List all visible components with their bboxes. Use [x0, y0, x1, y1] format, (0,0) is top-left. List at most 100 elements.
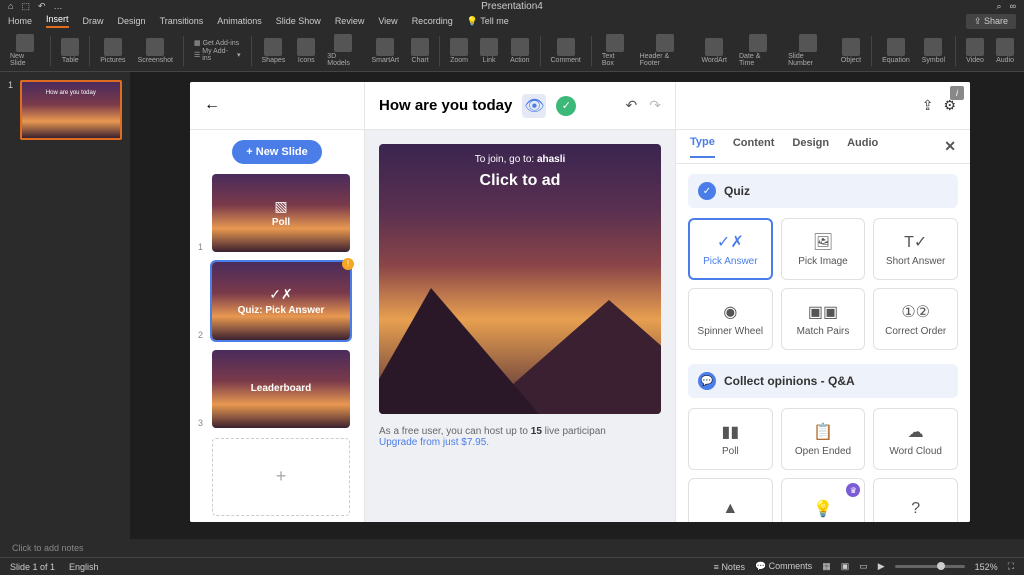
menu-animations[interactable]: Animations — [217, 16, 262, 26]
view-normal-icon[interactable]: ▦ — [822, 561, 831, 572]
redo-icon[interactable]: ↷ — [649, 97, 661, 114]
notes-pane[interactable]: Click to add notes — [0, 539, 1024, 557]
mini-slide[interactable]: Leaderboard — [212, 350, 350, 428]
slide-type-card[interactable]: ①②Correct Order — [873, 288, 958, 350]
ribbon-video[interactable]: Video — [962, 38, 988, 64]
ribbon-zoom[interactable]: Zoom — [446, 38, 472, 64]
slide-type-card[interactable]: ☁Word Cloud — [873, 408, 958, 470]
tab-audio[interactable]: Audio — [847, 137, 878, 157]
ribbon-header[interactable]: Header & Footer — [636, 34, 694, 67]
document-title: Presentation4 — [481, 1, 543, 12]
ribbon-object[interactable]: Object — [837, 38, 865, 64]
menu-home[interactable]: Home — [8, 16, 32, 26]
more-icon[interactable]: … — [54, 1, 63, 11]
export-icon[interactable]: ⇪ — [922, 97, 934, 114]
mini-slide[interactable]: ▧Poll — [212, 174, 350, 252]
menu-transitions[interactable]: Transitions — [160, 16, 204, 26]
tab-design[interactable]: Design — [792, 137, 829, 157]
slide-type-card[interactable]: ▲ — [688, 478, 773, 522]
slide-type-card[interactable]: 📋Open Ended — [781, 408, 866, 470]
mini-slide[interactable]: ✓✗Quiz: Pick Answer! — [212, 262, 350, 340]
ribbon-chart[interactable]: Chart — [407, 38, 433, 64]
ribbon-wordart[interactable]: WordArt — [697, 38, 731, 64]
slide-thumbnail-pane: 1 How are you today — [0, 72, 130, 539]
menu-insert[interactable]: Insert — [46, 14, 69, 28]
ribbon-equation[interactable]: Equation — [878, 38, 914, 64]
ribbon-pictures[interactable]: Pictures — [96, 38, 129, 64]
ribbon-smartart[interactable]: SmartArt — [367, 38, 403, 64]
property-tabs: Type Content Design Audio ✕ — [676, 130, 970, 164]
slide-preview[interactable]: To join, go to: ahasli Click to ad — [379, 144, 661, 414]
menu-view[interactable]: View — [378, 16, 397, 26]
menu-review[interactable]: Review — [335, 16, 365, 26]
fit-icon[interactable]: ⛶ — [1008, 561, 1014, 572]
ribbon-table[interactable]: Table — [57, 38, 83, 64]
ribbon-screenshot[interactable]: Screenshot — [134, 38, 177, 64]
menu-design[interactable]: Design — [118, 16, 146, 26]
upgrade-message: As a free user, you can host up to 15 li… — [365, 414, 675, 460]
section-quiz: ✓ Quiz — [688, 174, 958, 208]
addin-slide-list: ← + New Slide 1▧Poll2✓✗Quiz: Pick Answer… — [190, 82, 365, 522]
addin-preview-pane: How are you today 👁 ✓ ↶ ↷ To join, go to… — [365, 82, 675, 522]
status-comments[interactable]: 💬 Comments — [755, 561, 812, 572]
ribbon-audio[interactable]: Audio — [992, 38, 1018, 64]
status-notes[interactable]: ≡ Notes — [714, 562, 745, 572]
zoom-level[interactable]: 152% — [975, 562, 998, 572]
slide-type-card[interactable]: 💡♛ — [781, 478, 866, 522]
new-slide-button[interactable]: + New Slide — [232, 140, 321, 164]
ribbon-slidenum[interactable]: Slide Number — [784, 34, 833, 67]
join-text: To join, go to: ahasli — [475, 154, 566, 165]
ribbon-3dmodels[interactable]: 3D Models — [323, 34, 363, 67]
slide-type-card[interactable]: ▣▣Match Pairs — [781, 288, 866, 350]
preview-headline: Click to ad — [480, 172, 561, 190]
share-button[interactable]: ⇪ Share — [966, 14, 1016, 29]
slide-type-card[interactable]: ? — [873, 478, 958, 522]
undo-icon[interactable]: ↶ — [626, 97, 638, 114]
status-slide: Slide 1 of 1 — [10, 562, 55, 572]
status-language[interactable]: English — [69, 562, 99, 572]
check-icon: ✓ — [698, 182, 716, 200]
menu-tellme[interactable]: 💡 Tell me — [467, 16, 509, 27]
info-icon[interactable]: i — [950, 86, 964, 100]
search-icon[interactable]: ⌕ — [997, 1, 1002, 12]
visibility-icon[interactable]: 👁 — [522, 94, 546, 118]
ribbon-new-slide[interactable]: New Slide — [6, 34, 44, 67]
slide-type-card[interactable]: 🖼Pick Image — [781, 218, 866, 280]
save-icon[interactable]: ⬚ — [21, 1, 30, 12]
slide-thumbnail[interactable]: How are you today — [20, 80, 122, 140]
status-bar: Slide 1 of 1 English ≡ Notes 💬 Comments … — [0, 557, 1024, 575]
ribbon-datetime[interactable]: Date & Time — [735, 34, 780, 67]
view-slideshow-icon[interactable]: ▶ — [878, 561, 885, 572]
ribbon-comment[interactable]: Comment — [547, 38, 585, 64]
ribbon-action[interactable]: Action — [506, 38, 533, 64]
slide-type-card[interactable]: T✓Short Answer — [873, 218, 958, 280]
slide-type-card[interactable]: ◉Spinner Wheel — [688, 288, 773, 350]
ribbon-icons[interactable]: Icons — [293, 38, 319, 64]
ribbon-get-addins[interactable]: ▦ Get Add-ins — [194, 39, 241, 47]
link-icon[interactable]: ∞ — [1010, 1, 1016, 12]
view-reading-icon[interactable]: ▭ — [859, 561, 868, 572]
ribbon-shapes[interactable]: Shapes — [258, 38, 290, 64]
back-button[interactable]: ← — [204, 96, 220, 114]
view-sorter-icon[interactable]: ▣ — [841, 561, 850, 572]
tab-type[interactable]: Type — [690, 136, 715, 158]
ribbon-textbox[interactable]: Text Box — [598, 34, 632, 67]
undo-icon[interactable]: ↶ — [38, 1, 46, 12]
ribbon-symbol[interactable]: Symbol — [918, 38, 949, 64]
ribbon-link[interactable]: Link — [476, 38, 502, 64]
tab-content[interactable]: Content — [733, 137, 775, 157]
slide-type-card[interactable]: ✓✗Pick Answer — [688, 218, 773, 280]
thumb-number: 1 — [8, 80, 16, 140]
menu-slideshow[interactable]: Slide Show — [276, 16, 321, 26]
status-check-icon[interactable]: ✓ — [556, 96, 576, 116]
ribbon-my-addins[interactable]: ☰ My Add-ins ▾ — [194, 48, 241, 62]
upgrade-link[interactable]: Upgrade from just $7.95. — [379, 437, 489, 448]
menu-recording[interactable]: Recording — [412, 16, 453, 26]
slide-type-card[interactable]: ▮▮Poll — [688, 408, 773, 470]
add-slide-button[interactable]: + — [212, 438, 350, 516]
zoom-slider[interactable] — [895, 565, 965, 568]
title-bar: ⌂ ⬚ ↶ … Presentation4 ⌕ ∞ — [0, 0, 1024, 12]
menu-draw[interactable]: Draw — [83, 16, 104, 26]
close-icon[interactable]: ✕ — [944, 138, 956, 155]
home-icon[interactable]: ⌂ — [8, 1, 13, 11]
